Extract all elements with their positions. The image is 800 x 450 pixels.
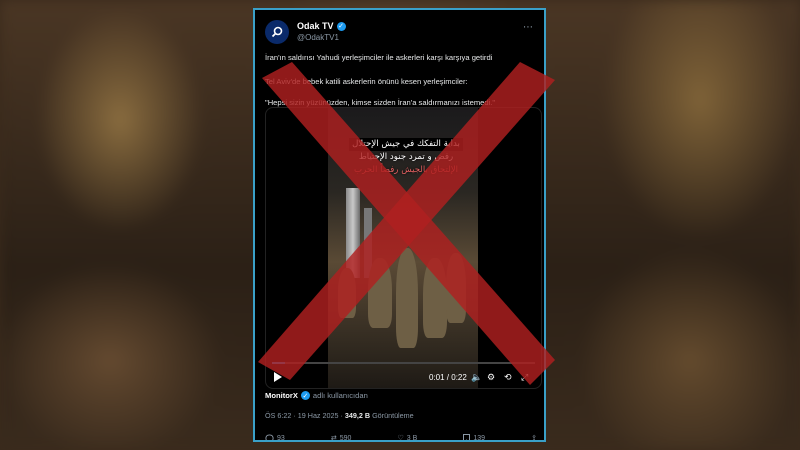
video-time: 0:01 / 0:22 [429, 373, 467, 382]
tweet-card: Odak TV ✓ @OdakTV1 ⋯ İran'ın saldırısı Y… [253, 8, 546, 442]
tweet-text-line3: "Hepsi sizin yüzünüzden, kimse sizden İr… [265, 98, 496, 107]
share-button[interactable]: ⇪ [531, 433, 537, 442]
more-options-icon[interactable]: ⋯ [523, 22, 533, 33]
heart-icon: ♡ [397, 435, 404, 442]
magnifier-logo-icon [271, 26, 283, 38]
bookmark-icon [463, 433, 471, 440]
soldier-figure [338, 268, 356, 318]
video-progress-bar[interactable] [272, 362, 535, 364]
video-caption-overlay: بداية التفكك في جيش الإحتلال رفض و تمرد … [336, 138, 476, 177]
verified-badge-icon: ✓ [336, 21, 346, 31]
video-source[interactable]: MonitorX ✓ adlı kullanıcıdan [265, 391, 368, 400]
volume-icon[interactable]: 🔈 [471, 372, 482, 383]
soldier-figure [446, 253, 466, 323]
tweet-actions: 93 ⇄ 590 ♡ 3 B 139 ⇪ [265, 433, 537, 442]
soldier-figure [368, 258, 392, 328]
play-icon[interactable] [274, 372, 282, 382]
tweet-header: Odak TV ✓ @OdakTV1 ⋯ [265, 18, 535, 48]
tweet-text-line1: İran'ın saldırısı Yahudi yerleşimciler i… [265, 53, 493, 62]
soldier-figure [396, 248, 418, 348]
video-player[interactable]: بداية التفكك في جيش الإحتلال رفض و تمرد … [265, 107, 542, 389]
fullscreen-icon[interactable]: ⤢ [521, 372, 528, 383]
settings-icon[interactable]: ⚙ [487, 372, 495, 383]
reply-icon [265, 433, 274, 440]
tweet-meta: ÖS 6:22 · 19 Haz 2025 · 349,2 B Görüntül… [265, 411, 414, 420]
display-name[interactable]: Odak TV ✓ [297, 21, 346, 31]
verified-badge-icon: ✓ [300, 391, 310, 400]
bookmark-button[interactable]: 139 [463, 433, 485, 440]
soldier-figure [423, 258, 447, 338]
loop-icon[interactable]: ⟲ [504, 372, 512, 383]
video-progress-fill [272, 362, 286, 364]
tweet-text-line2: Tel Aviv'de bebek katili askerlerin önün… [265, 77, 468, 86]
building-shape [346, 188, 360, 278]
repost-button[interactable]: ⇄ 590 [330, 433, 352, 442]
avatar[interactable] [265, 20, 289, 44]
like-button[interactable]: ♡ 3 B [397, 433, 417, 442]
share-icon: ⇪ [531, 435, 537, 442]
user-handle[interactable]: @OdakTV1 [297, 33, 339, 42]
reply-button[interactable]: 93 [265, 433, 285, 440]
repost-icon: ⇄ [330, 435, 337, 442]
